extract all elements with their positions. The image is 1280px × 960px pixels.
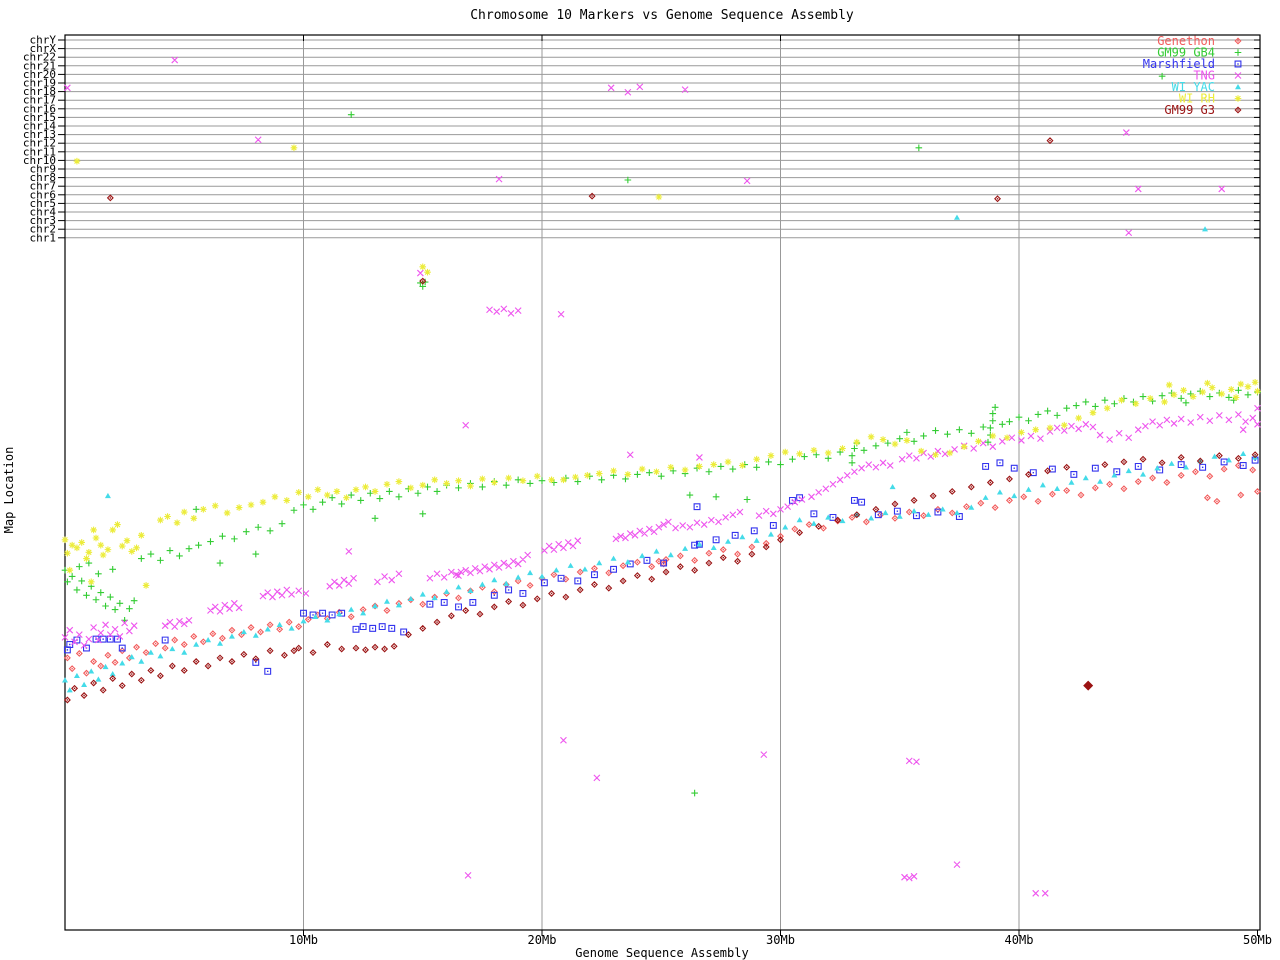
x-tick-labels: 10Mb 20Mb 30Mb 40Mb 50Mb xyxy=(289,933,1272,947)
chart-title: Chromosome 10 Markers vs Genome Sequence… xyxy=(470,8,854,23)
series-points-fill-gm99_g3 xyxy=(66,139,1256,701)
chromosome-marker-plot-page: chrY chrX chr22 chr21 chr20 chr19 chr18 chr17 ch… xyxy=(0,0,1280,960)
legend-marker-fill-wi_yac xyxy=(1235,84,1241,90)
legend-label-gm99-g3: GM99 G3 xyxy=(1164,103,1215,117)
scatter-plot-canvas: chrYchrXchr22chr21chr20chr19chr18chr17ch… xyxy=(2,8,1272,960)
plot-generated-layer: chrYchrXchr22chr21chr20chr19chr18chr17ch… xyxy=(23,34,1261,936)
x-tick-label-20mb: 20Mb xyxy=(528,933,557,947)
legend-marker-fill-marshfield xyxy=(1237,63,1239,65)
series-points-gm99_gb4 xyxy=(61,72,1261,797)
x-tick-label-30mb: 30Mb xyxy=(766,933,795,947)
y-axis-title: Map Location xyxy=(2,447,16,534)
x-tick-label-40mb: 40Mb xyxy=(1005,933,1034,947)
legend: Genethon GM99 GB4 Marshfield TNG WI YAC … xyxy=(1143,34,1215,117)
legend-marker-fill-genethon xyxy=(1237,40,1239,42)
x-tick-label-10mb: 10Mb xyxy=(289,933,318,947)
legend-marker-tng xyxy=(1234,72,1242,79)
legend-marker-wi_rh xyxy=(1234,95,1242,102)
series-points-fill-wi_yac xyxy=(62,214,1259,693)
legend-marker-fill-gm99_g3 xyxy=(1237,109,1239,111)
x-tick-label-50mb: 50Mb xyxy=(1243,933,1272,947)
series-points-marshfield xyxy=(63,456,1259,675)
chr-row-label: chr1 xyxy=(30,231,57,244)
x-axis-title: Genome Sequence Assembly xyxy=(575,946,748,960)
legend-marker-gm99_gb4 xyxy=(1234,49,1242,56)
